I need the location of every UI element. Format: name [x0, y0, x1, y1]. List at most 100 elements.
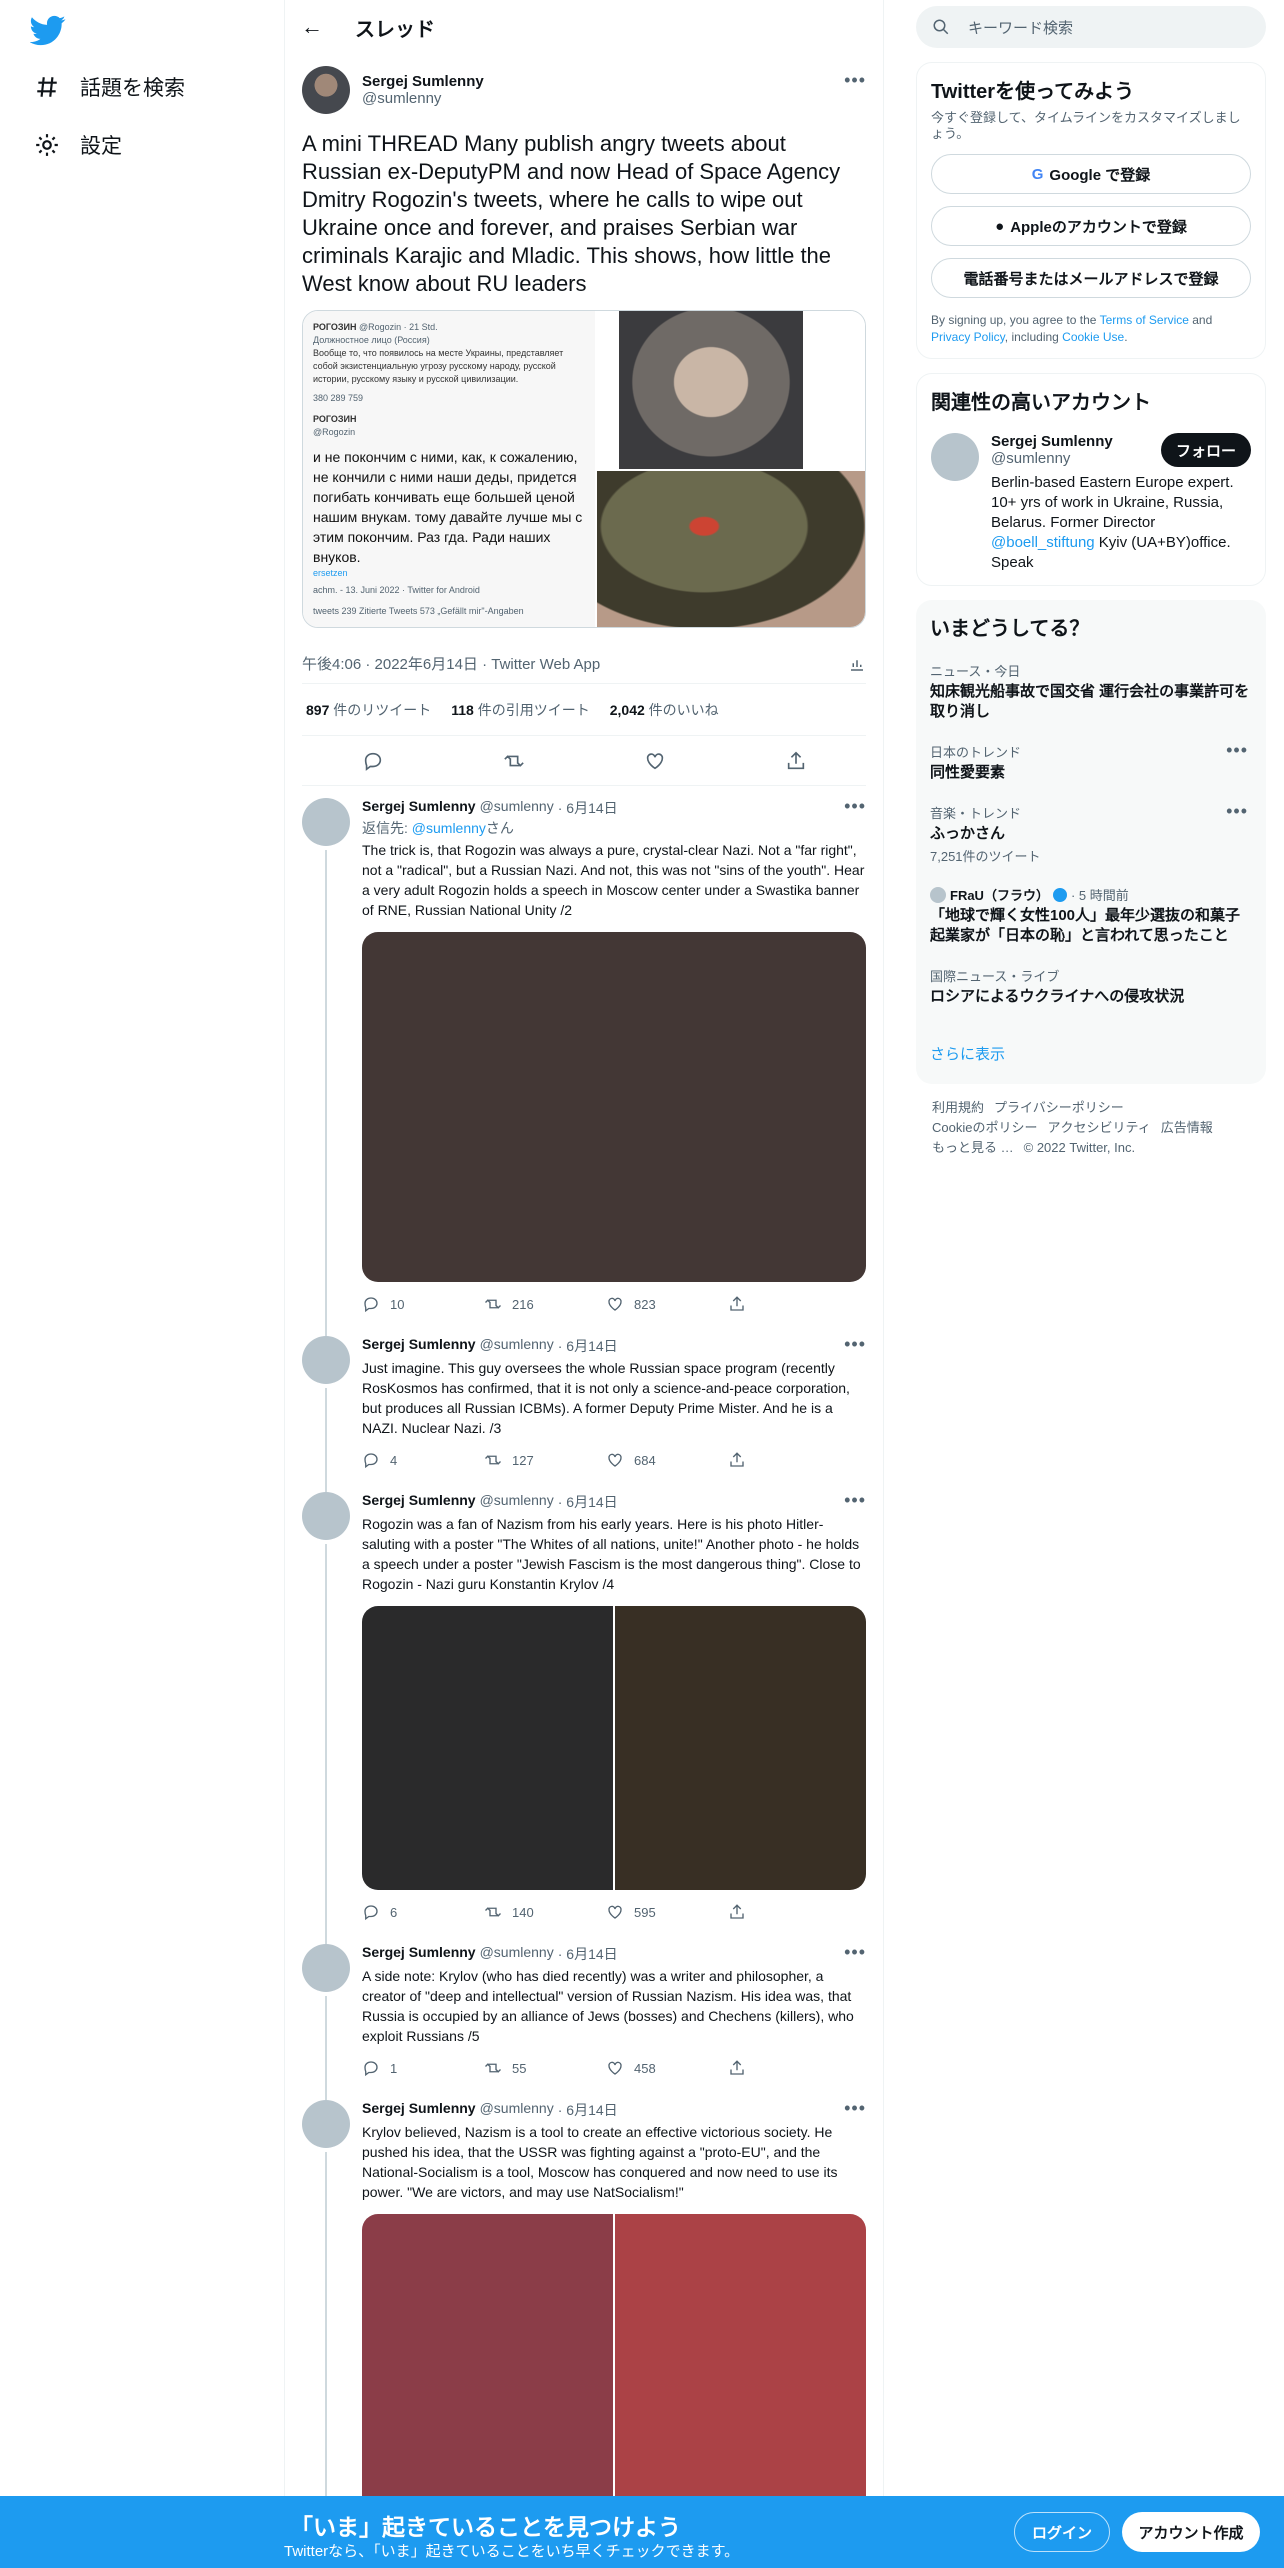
- footer-accessibility[interactable]: アクセシビリティ: [1047, 1120, 1150, 1135]
- tweet-date[interactable]: · 6月14日: [558, 798, 618, 818]
- search-box[interactable]: キーワード検索: [916, 6, 1266, 48]
- tweet-timestamp[interactable]: 午後4:06 · 2022年6月14日 · Twitter Web App: [302, 653, 600, 674]
- author-name[interactable]: Sergej Sumlenny: [362, 2100, 476, 2120]
- apple-signup-button[interactable]: ● Appleのアカウントで登録: [931, 206, 1251, 246]
- share-button[interactable]: [728, 1295, 850, 1313]
- tweet-date[interactable]: · 6月14日: [558, 1336, 618, 1356]
- avatar[interactable]: [302, 1944, 350, 1992]
- author-name[interactable]: Sergej Sumlenny: [362, 1944, 476, 1964]
- author-handle[interactable]: @sumlenny: [480, 1944, 554, 1964]
- footer-more[interactable]: もっと見る …: [932, 1140, 1014, 1155]
- screenshot-image[interactable]: РОГОЗИН @Rogozin · 21 Std. Должностное л…: [303, 311, 595, 627]
- more-options-icon[interactable]: •••: [844, 2098, 866, 2119]
- trend-item[interactable]: 日本のトレンド 同性愛要素 •••: [930, 740, 1252, 783]
- show-more-link[interactable]: さらに表示: [930, 1043, 1252, 1064]
- back-arrow-icon[interactable]: ←: [301, 14, 323, 40]
- google-signup-button[interactable]: G Google で登録: [931, 154, 1251, 194]
- tweet-media[interactable]: [362, 932, 866, 1282]
- share-icon[interactable]: [785, 750, 807, 772]
- thread-tweet[interactable]: Sergej Sumlenny @sumlenny · 6月14日 ••• 返信…: [285, 786, 883, 1336]
- more-options-icon[interactable]: •••: [1226, 740, 1248, 761]
- media-image[interactable]: [615, 1606, 866, 1890]
- create-account-button[interactable]: アカウント作成: [1122, 2512, 1260, 2552]
- reply-button[interactable]: 10: [362, 1295, 484, 1313]
- author-name[interactable]: Sergej Sumlenny: [362, 73, 484, 90]
- author-name[interactable]: Sergej Sumlenny: [362, 798, 476, 818]
- portrait-photo-2[interactable]: [597, 471, 865, 627]
- author-name[interactable]: Sergej Sumlenny: [362, 1336, 476, 1356]
- author-handle[interactable]: @sumlenny: [480, 1336, 554, 1356]
- like-button[interactable]: 458: [606, 2059, 728, 2077]
- like-stat[interactable]: 2,042 件のいいね: [610, 700, 719, 720]
- reply-button[interactable]: 1: [362, 2059, 484, 2077]
- avatar[interactable]: [931, 433, 979, 481]
- like-button[interactable]: 595: [606, 1903, 728, 1921]
- reply-button[interactable]: 6: [362, 1903, 484, 1921]
- tweet-date[interactable]: · 6月14日: [558, 2100, 618, 2120]
- like-icon[interactable]: [644, 750, 666, 772]
- reply-icon[interactable]: [362, 750, 384, 772]
- author-handle[interactable]: @sumlenny: [480, 2100, 554, 2120]
- tweet-media[interactable]: [362, 2214, 866, 2514]
- reply-button[interactable]: 4: [362, 1451, 484, 1469]
- share-button[interactable]: [728, 1903, 850, 1921]
- more-options-icon[interactable]: •••: [844, 70, 866, 91]
- author-handle[interactable]: @sumlenny: [480, 1492, 554, 1512]
- author-handle[interactable]: @sumlenny: [480, 798, 554, 818]
- avatar[interactable]: [302, 1492, 350, 1540]
- more-options-icon[interactable]: •••: [1226, 801, 1248, 822]
- thread-tweet[interactable]: Sergej Sumlenny @sumlenny · 6月14日 ••• Ju…: [285, 1324, 883, 1492]
- thread-tweet[interactable]: Sergej Sumlenny @sumlenny · 6月14日 ••• Kr…: [285, 2088, 883, 2536]
- avatar[interactable]: [302, 1336, 350, 1384]
- bio-link[interactable]: @boell_stiftung: [991, 534, 1095, 551]
- media-image[interactable]: [362, 1606, 613, 1890]
- retweet-button[interactable]: 140: [484, 1903, 606, 1921]
- nav-explore[interactable]: 話題を検索: [20, 62, 199, 112]
- footer-privacy[interactable]: プライバシーポリシー: [994, 1100, 1124, 1115]
- phone-signup-button[interactable]: 電話番号またはメールアドレスで登録: [931, 258, 1251, 298]
- trend-item[interactable]: 国際ニュース・ライブ ロシアによるウクライナへの侵攻状況: [930, 966, 1252, 1007]
- avatar[interactable]: [302, 798, 350, 846]
- retweet-stat[interactable]: 897 件のリツイート: [306, 700, 431, 720]
- replying-handle-link[interactable]: @sumlenny: [412, 820, 486, 836]
- cookie-link[interactable]: Cookie Use: [1062, 330, 1124, 344]
- twitter-logo-icon[interactable]: [30, 12, 66, 48]
- share-button[interactable]: [728, 2059, 850, 2077]
- follow-button[interactable]: フォロー: [1161, 433, 1251, 467]
- share-button[interactable]: [728, 1451, 850, 1469]
- more-options-icon[interactable]: •••: [844, 1490, 866, 1511]
- tweet-date[interactable]: · 6月14日: [558, 1944, 618, 1964]
- trend-item[interactable]: FRaU（フラウ） · 5 時間前 「地球で輝く女性100人」最年少選抜の和菓子…: [930, 885, 1252, 946]
- thread-tweet[interactable]: Sergej Sumlenny @sumlenny · 6月14日 ••• A …: [285, 1932, 883, 2100]
- retweet-button[interactable]: 216: [484, 1295, 606, 1313]
- tweet-date[interactable]: · 6月14日: [558, 1492, 618, 1512]
- search-input[interactable]: キーワード検索: [968, 17, 1073, 38]
- like-button[interactable]: 684: [606, 1451, 728, 1469]
- more-options-icon[interactable]: •••: [844, 1334, 866, 1355]
- retweet-icon[interactable]: [503, 750, 525, 772]
- avatar[interactable]: [302, 66, 350, 114]
- author-name[interactable]: Sergej Sumlenny: [362, 1492, 476, 1512]
- retweet-button[interactable]: 127: [484, 1451, 606, 1469]
- privacy-link[interactable]: Privacy Policy: [931, 330, 1005, 344]
- login-button[interactable]: ログイン: [1014, 2512, 1110, 2552]
- like-button[interactable]: 823: [606, 1295, 728, 1313]
- avatar[interactable]: [302, 2100, 350, 2148]
- author-handle[interactable]: @sumlenny: [362, 90, 484, 107]
- trend-item[interactable]: ニュース・今日 知床観光船事故で国交省 運行会社の事業許可を取り消し: [930, 661, 1252, 722]
- nav-settings[interactable]: 設定: [20, 120, 136, 170]
- media-image[interactable]: [362, 932, 866, 1282]
- quote-stat[interactable]: 118 件の引用ツイート: [451, 700, 589, 720]
- media-image[interactable]: [615, 2214, 866, 2514]
- thread-tweet[interactable]: Sergej Sumlenny @sumlenny · 6月14日 ••• Ro…: [285, 1480, 883, 1944]
- media-image[interactable]: [362, 2214, 613, 2514]
- footer-cookie[interactable]: Cookieのポリシー: [932, 1120, 1037, 1135]
- retweet-button[interactable]: 55: [484, 2059, 606, 2077]
- portrait-photo-1[interactable]: [619, 311, 803, 469]
- more-options-icon[interactable]: •••: [844, 796, 866, 817]
- trend-item[interactable]: 音楽・トレンド ふっかさん 7,251件のツイート •••: [930, 801, 1252, 865]
- footer-terms[interactable]: 利用規約: [932, 1100, 984, 1115]
- terms-link[interactable]: Terms of Service: [1100, 313, 1189, 327]
- tweet-media-grid[interactable]: РОГОЗИН @Rogozin · 21 Std. Должностное л…: [302, 310, 866, 628]
- analytics-icon[interactable]: [848, 655, 866, 673]
